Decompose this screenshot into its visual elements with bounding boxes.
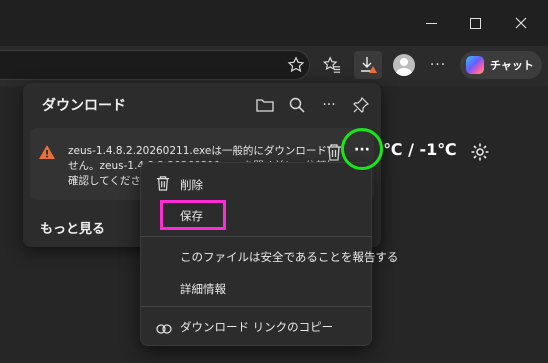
open-downloads-folder-button[interactable]	[251, 91, 279, 119]
close-window-button[interactable]	[498, 0, 544, 46]
see-more-link[interactable]: もっと見る	[40, 218, 105, 237]
downloads-more-options-button[interactable]: ···	[315, 91, 343, 119]
menu-item-delete-icon	[156, 175, 170, 195]
folder-icon	[256, 99, 274, 112]
favorites-button[interactable]	[318, 51, 346, 79]
menu-item-copy-link[interactable]: ダウンロード リンクのコピー	[180, 319, 333, 335]
download-warning-line-1: zeus-1.4.8.2.20260211.exeは一般的にダウンロードされま	[68, 145, 330, 157]
downloads-button[interactable]	[354, 51, 382, 79]
star-add-icon	[287, 56, 305, 73]
maximize-button[interactable]	[452, 0, 498, 46]
favorites-star-icon	[323, 56, 341, 73]
trash-icon	[327, 144, 341, 161]
address-bar[interactable]	[0, 50, 310, 80]
menu-divider	[141, 306, 371, 307]
menu-divider	[141, 236, 371, 237]
pin-icon	[353, 97, 369, 113]
pin-downloads-button[interactable]	[347, 91, 375, 119]
menu-item-details[interactable]: 詳細情報	[180, 281, 226, 297]
minimize-icon	[425, 22, 437, 24]
link-icon	[156, 320, 172, 339]
downloads-panel-title: ダウンロード	[42, 98, 126, 114]
ellipsis-icon: ···	[322, 97, 336, 113]
avatar	[393, 54, 415, 76]
menu-item-delete[interactable]: 削除	[180, 177, 203, 193]
settings-and-more-button[interactable]: ···	[424, 51, 452, 79]
profile-button[interactable]	[390, 51, 418, 79]
ellipsis-icon: ···	[429, 57, 447, 73]
search-icon	[289, 97, 305, 113]
copilot-icon	[466, 56, 484, 74]
menu-item-report-safe[interactable]: このファイルは安全であることを報告する	[180, 249, 398, 265]
warning-icon	[38, 144, 56, 164]
maximize-icon	[469, 17, 481, 29]
more-actions-highlight-circle	[341, 128, 383, 170]
copilot-chat-button[interactable]: チャット	[460, 51, 542, 79]
save-highlight-box	[160, 200, 226, 230]
trash-icon	[156, 176, 170, 191]
gear-icon	[471, 143, 489, 161]
close-icon	[515, 17, 527, 29]
minimize-button[interactable]	[408, 0, 454, 46]
chat-label: チャット	[490, 59, 534, 72]
search-downloads-button[interactable]	[283, 91, 311, 119]
download-icon	[361, 57, 377, 73]
weather-temperatures: 3℃ / -1℃	[372, 140, 457, 159]
favorite-this-page-button[interactable]	[282, 51, 310, 79]
page-settings-button[interactable]	[466, 138, 494, 166]
